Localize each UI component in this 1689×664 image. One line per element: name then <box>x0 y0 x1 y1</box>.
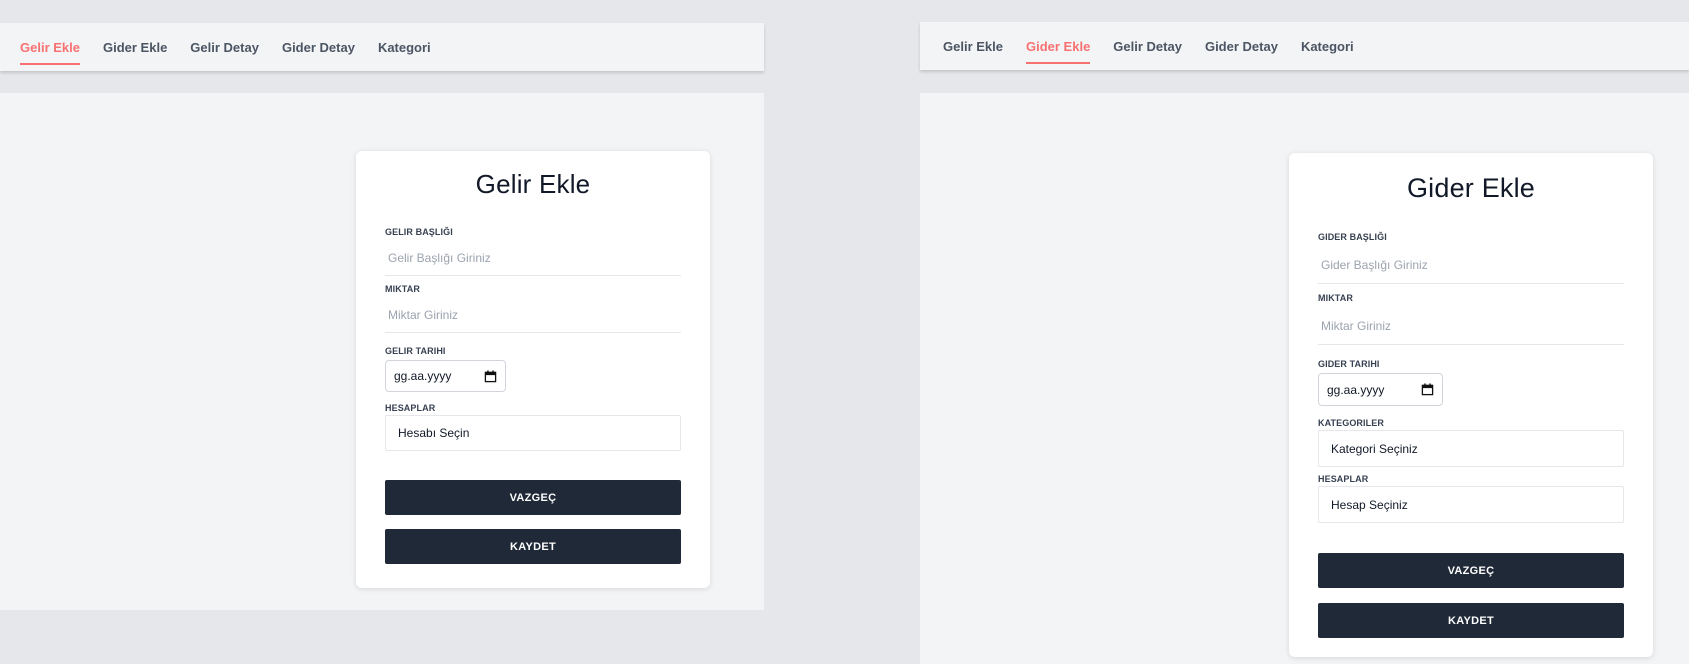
tab-gelir-detay[interactable]: Gelir Detay <box>190 23 259 71</box>
accounts-label: HESAPLAR <box>1318 474 1369 484</box>
cancel-button[interactable]: VAZGEÇ <box>385 480 681 515</box>
income-title-label: GELIR BAŞLIĞI <box>385 227 453 237</box>
form-title: Gider Ekle <box>1406 173 1536 203</box>
top-nav: Gelir Ekle Gider Ekle Gelir Detay Gider … <box>920 22 1689 70</box>
income-date-input[interactable]: gg.aa.yyyy <box>385 360 506 392</box>
accounts-select[interactable]: Hesap Seçiniz <box>1318 486 1624 523</box>
tab-gider-ekle[interactable]: Gider Ekle <box>1025 22 1091 70</box>
calendar-icon[interactable] <box>1421 383 1434 396</box>
tab-gider-detay[interactable]: Gider Detay <box>1205 22 1278 70</box>
categories-label: KATEGORILER <box>1318 418 1384 428</box>
panel-expense: Gelir Ekle Gider Ekle Gelir Detay Gider … <box>920 0 1689 664</box>
accounts-selected-value: Hesabı Seçin <box>398 426 470 440</box>
top-nav: Gelir Ekle Gider Ekle Gelir Detay Gider … <box>0 23 764 71</box>
accounts-select[interactable]: Hesabı Seçin <box>385 415 681 451</box>
tab-gelir-detay[interactable]: Gelir Detay <box>1113 22 1182 70</box>
tab-gelir-ekle[interactable]: Gelir Ekle <box>943 22 1003 70</box>
save-button[interactable]: KAYDET <box>1318 603 1624 638</box>
amount-input[interactable] <box>385 298 681 333</box>
income-title-input[interactable] <box>385 241 681 276</box>
amount-input[interactable] <box>1318 307 1624 345</box>
expense-date-label: GIDER TARIHI <box>1318 359 1380 369</box>
expense-form-card: Gider Ekle GIDER BAŞLIĞI MIKTAR GIDER TA… <box>1289 153 1653 657</box>
income-form-card: Gelir Ekle GELIR BAŞLIĞI MIKTAR GELIR TA… <box>356 151 710 588</box>
accounts-label: HESAPLAR <box>385 403 436 413</box>
tab-gelir-ekle[interactable]: Gelir Ekle <box>20 23 80 71</box>
accounts-selected-value: Hesap Seçiniz <box>1331 497 1408 512</box>
panel-income: Gelir Ekle Gider Ekle Gelir Detay Gider … <box>0 0 764 664</box>
cancel-button[interactable]: VAZGEÇ <box>1318 553 1624 588</box>
categories-select[interactable]: Kategori Seçiniz <box>1318 430 1624 467</box>
save-button[interactable]: KAYDET <box>385 529 681 564</box>
amount-label: MIKTAR <box>385 284 420 294</box>
date-value: gg.aa.yyyy <box>1327 382 1385 397</box>
tab-gider-ekle[interactable]: Gider Ekle <box>103 23 167 71</box>
calendar-icon[interactable] <box>484 369 497 383</box>
tab-kategori[interactable]: Kategori <box>378 23 431 71</box>
form-title: Gelir Ekle <box>475 169 591 199</box>
tab-gider-detay[interactable]: Gider Detay <box>282 23 355 71</box>
expense-title-label: GIDER BAŞLIĞI <box>1318 232 1387 242</box>
amount-label: MIKTAR <box>1318 293 1353 303</box>
tab-kategori[interactable]: Kategori <box>1301 22 1354 70</box>
income-date-label: GELIR TARIHI <box>385 346 446 356</box>
expense-date-input[interactable]: gg.aa.yyyy <box>1318 373 1443 406</box>
expense-title-input[interactable] <box>1318 246 1624 284</box>
categories-selected-value: Kategori Seçiniz <box>1331 441 1418 456</box>
date-value: gg.aa.yyyy <box>394 369 452 383</box>
